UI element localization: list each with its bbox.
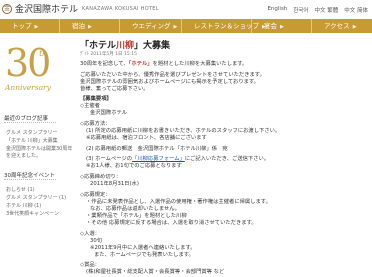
intro-keyword: 「ホテル」 <box>128 61 153 67</box>
event-category-link[interactable]: グルメ スタンプラリー (1) <box>6 194 66 201</box>
nav-arrow-icon: ▶ <box>34 24 39 30</box>
nav-top-label: トップ <box>12 22 32 30</box>
nav-arrow-icon: ▶ <box>280 24 284 30</box>
winners-label: ◇入選： <box>80 231 100 237</box>
sidebar: 30 th Anniversary 最近のブログ記事 グルメ スタンプラリー 「… <box>0 33 72 277</box>
method-note: ※お1人様、お1句でのご応募となります <box>86 163 182 169</box>
deadline-value: 2011年8月31日(水) <box>90 181 139 187</box>
site-header: 金 金沢国際ホテル KANAZAWA KOKUSAI HOTEL English… <box>0 0 372 19</box>
page-title: 「ホテル川柳」大募集 <box>80 38 170 51</box>
intro-line-4: 皆様、奮ってご応募下さい。 <box>80 86 149 92</box>
method-1-note: ※応募用紙は、宿泊フロント、各店舗にございます <box>86 135 207 141</box>
recent-posts-heading: 最近のブログ記事 <box>4 116 49 122</box>
anniversary-suffix: th <box>39 49 48 58</box>
method-label: ◇応募方法： <box>80 121 111 127</box>
recent-post-link-cont[interactable]: を迎えました。 <box>6 152 41 159</box>
event-heading: 30周年記念イベント <box>4 173 55 179</box>
divider <box>4 122 56 123</box>
intro-line-3: 金沢国際ホテルの雰囲気およびホームページにも掲示を予定しております。 <box>80 79 259 85</box>
nav-access-label: アクセス <box>324 22 350 30</box>
nav-banquet[interactable]: 宴会 ▶ <box>252 19 312 33</box>
organizer-label: ◇主催者 <box>80 103 100 109</box>
nav-wedding-label: ウエディング <box>132 22 171 30</box>
intro-text: を題材とした川柳を大募集いたします。 <box>152 61 248 67</box>
rule-3: ・その他 応募規定に反する場合は、入選を取り消させていただきます。 <box>86 220 257 226</box>
rule-1: ・作品に未発表作品とし、入選作品の使用権・著作権は主催者に帰属します。 <box>86 199 271 205</box>
intro-text: 30周年を記念して、 <box>80 61 129 67</box>
prizes-label: ◇賞品： <box>80 262 100 268</box>
intro-line-2: ご応募いただいた中から、優秀作品を選びプレゼントをさせていただきます。 <box>80 72 265 78</box>
logo-text-jp: 金沢国際ホテル <box>15 5 79 15</box>
event-category-link[interactable]: おしらせ (1) <box>6 186 35 193</box>
logo-emblem-icon: 金 <box>2 3 12 14</box>
nav-arrow-icon: ▶ <box>173 24 178 30</box>
method-2: (2) 応募用紙の郵送 金沢国際ホテル「ホテル川柳」係 宛 <box>86 146 228 152</box>
article: 「ホテル川柳」大募集 ﾃﾞｲﾄ 2011年5月 1日 15:15 30周年を記念… <box>68 33 372 277</box>
rule-1-cont: なお、応募作品は返却いたしません。 <box>90 206 180 212</box>
nav-restaurant-label: レストラン＆ショップ <box>194 22 259 30</box>
anniversary-logo: 30 th Anniversary <box>1 43 57 101</box>
intro-line-1: 30周年を記念して、「ホテル」を題材とした川柳を大募集いたします。 <box>80 61 247 68</box>
recent-post-link[interactable]: グルメ スタンプラリー <box>6 129 57 136</box>
method-3-pre: (3) ホームページの <box>86 156 133 162</box>
main-nav: トップ ▶ 宿泊 ▶ ウエディング ▶ レストラン＆ショップ ▶ 宴会 ▶ アクセス ▶ <box>0 19 372 33</box>
method-1: (1) 所定の応募用紙に川柳をお書きいただき、ホテルのスタッフにお渡し下さい。 <box>86 128 281 134</box>
nav-wedding[interactable]: ウエディング ▶ <box>120 19 182 33</box>
prizes-value: (株)和屋社長賞・総支配人賞・会長賞等・会部門賞等 など <box>86 269 225 275</box>
event-category-link[interactable]: 3世代笑顔キャンペーン <box>6 210 59 217</box>
rule-2: ・業類作品で「ホテル」を題材とした川柳 <box>86 213 187 219</box>
winners-note-2: また、ホームページでも発表いたします。 <box>94 252 194 258</box>
organizer-value: 金沢国際ホテル <box>90 110 128 116</box>
lang-english[interactable]: English <box>267 6 287 14</box>
language-switcher: English 한국어 中文 繁體 中文 简体 <box>267 6 368 14</box>
nav-restaurant[interactable]: レストラン＆ショップ ▶ <box>182 19 266 33</box>
lang-chinese-traditional[interactable]: 中文 繁體 <box>315 6 339 14</box>
method-3: (3) ホームページの「川柳応募フォーム」にご記入いただき、ご送信下さい。 <box>86 156 269 163</box>
nav-top[interactable]: トップ ▶ <box>0 19 60 33</box>
title-accent: 川柳 <box>116 41 135 51</box>
recent-post-link[interactable]: 金沢国際ホテルは開業30周年 <box>6 145 72 152</box>
nav-arrow-icon: ▶ <box>88 24 92 30</box>
winners-count: 30句 <box>90 238 103 244</box>
event-category-link[interactable]: ホテル 川柳 (1) <box>6 202 41 209</box>
logo-text-en: KANAZAWA KOKUSAI HOTEL <box>82 5 159 12</box>
divider <box>4 179 56 180</box>
winners-note: ※2011年9月中に入選者へ連絡いたします。 <box>90 245 196 251</box>
nav-arrow-icon: ▶ <box>262 24 266 30</box>
lang-korean[interactable]: 한국어 <box>293 6 308 14</box>
post-date: ﾃﾞｲﾄ 2011年5月 1日 15:15 <box>80 52 137 57</box>
nav-stay-label: 宿泊 <box>72 22 85 30</box>
title-post: 」大募集 <box>134 41 171 51</box>
section-heading: 【募集要項】 <box>80 96 112 102</box>
title-pre: 「ホテル <box>80 41 117 51</box>
method-3-post: にご記入いただき、ご送信下さい。 <box>184 156 270 162</box>
nav-access[interactable]: アクセス ▶ <box>312 19 372 33</box>
nav-stay[interactable]: 宿泊 ▶ <box>60 19 120 33</box>
rules-label: ◇応募規定： <box>80 192 111 198</box>
recent-post-link[interactable]: 「ホテル 川柳」大募集 <box>6 137 58 144</box>
nav-arrow-icon: ▶ <box>352 24 357 30</box>
anniversary-word: Anniversary <box>5 83 51 92</box>
entry-form-link[interactable]: 「川柳応募フォーム」 <box>132 156 185 162</box>
lang-chinese-simplified[interactable]: 中文 简体 <box>344 6 368 14</box>
hotel-logo[interactable]: 金 金沢国際ホテル KANAZAWA KOKUSAI HOTEL <box>2 2 159 15</box>
deadline-label: ◇応募締め切り： <box>80 174 122 180</box>
